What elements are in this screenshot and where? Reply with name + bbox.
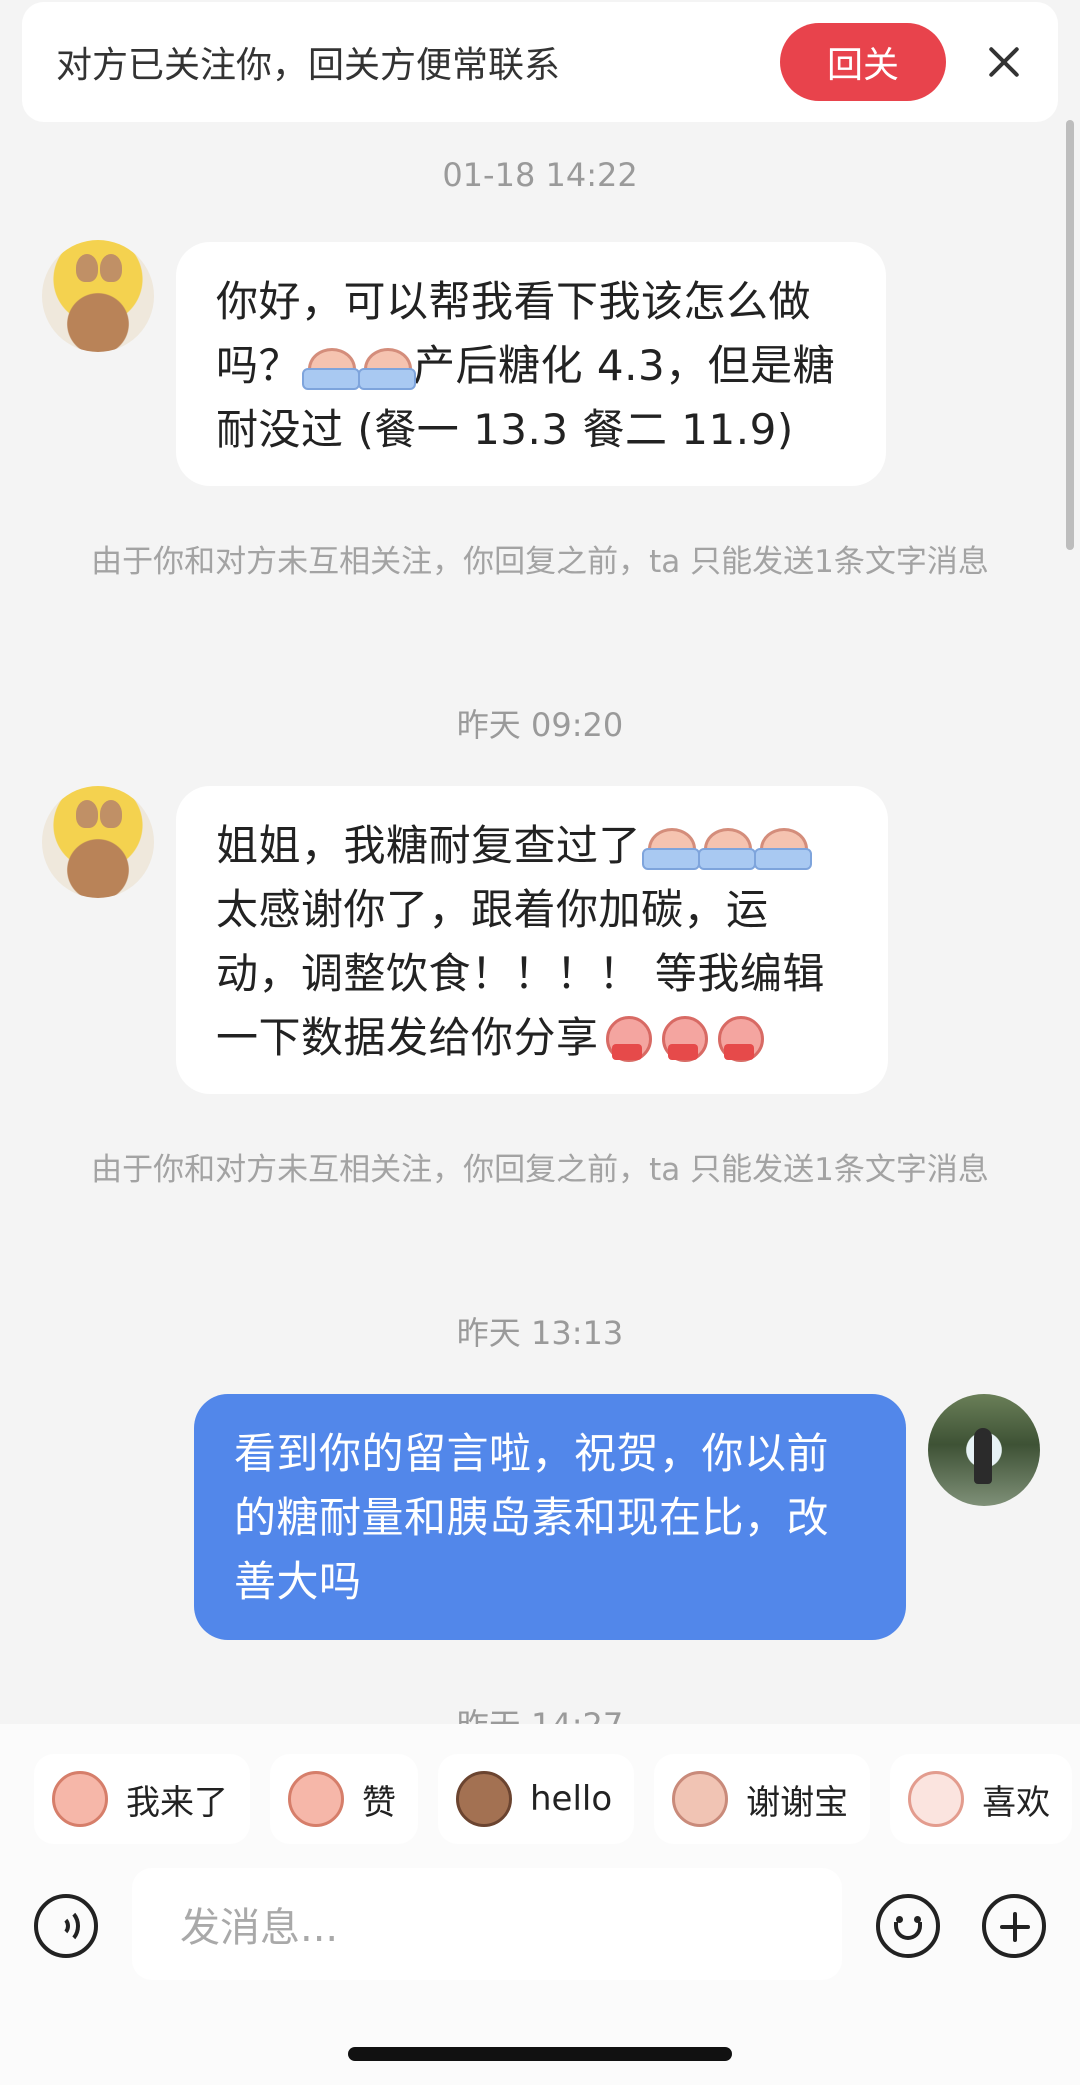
waving-sticker-icon [656,1014,710,1062]
my-avatar[interactable] [928,1394,1040,1506]
monkey-sticker-icon [456,1771,512,1827]
message-text-line: 姐姐，我糖耐复查过了 [216,814,848,878]
crying-sticker-icon [642,822,701,870]
cloud-peach-sticker-icon [908,1771,965,1827]
pink-peach-sticker-icon [52,1771,108,1827]
quick-sticker-chip[interactable]: 谢谢宝 [654,1754,871,1844]
contact-avatar[interactable] [42,786,154,898]
crying-sticker-icon [754,822,813,870]
incoming-message-bubble[interactable]: 姐姐，我糖耐复查过了 太感谢你了，跟着你加碳，运 动，调整饮食！！！！ 等我编辑… [176,786,888,1094]
message-input[interactable]: 发消息... [132,1868,842,1980]
message-limit-notice: 由于你和对方未互相关注，你回复之前，ta 只能发送1条文字消息 [91,544,989,580]
message-timestamp: 01-18 14:22 [442,156,638,194]
emoji-icon[interactable] [876,1894,940,1958]
message-text-line: 一下数据发给你分享 [216,1006,848,1070]
outgoing-message-bubble[interactable]: 看到你的留言啦，祝贺，你以前 的糖耐量和胰岛素和现在比，改 善大吗 [194,1394,906,1640]
message-text-line: 善大吗 [234,1557,362,1606]
add-attachment-icon[interactable] [982,1894,1046,1958]
message-timestamp: 昨天 09:20 [456,706,624,744]
message-text-line: 吗？ 产后糖化 4.3，但是糖 [216,341,836,390]
quick-sticker-chip[interactable]: 喜欢 [890,1754,1073,1844]
thumbs-peach-sticker-icon [288,1771,344,1827]
close-icon[interactable] [984,42,1024,82]
message-text-line: 的糖耐量和胰岛素和现在比，改 [234,1493,830,1542]
crying-sticker-icon [698,822,757,870]
message-text-line: 动，调整饮食！！！！ 等我编辑 [216,949,825,998]
message-text-line: 耐没过 (餐一 13.3 餐二 11.9) [216,405,794,454]
waving-sticker-icon [712,1014,766,1062]
follow-back-button[interactable]: 回关 [780,23,946,101]
quick-sticker-chip[interactable]: 我来了 [34,1754,250,1844]
message-text-line: 看到你的留言啦，祝贺，你以前 [234,1429,830,1478]
crying-sticker-icon [358,342,417,390]
quick-sticker-chip[interactable]: hello [438,1754,635,1844]
follow-back-banner: 对方已关注你，回关方便常联系 回关 [22,2,1058,122]
incoming-message-bubble[interactable]: 你好，可以帮我看下我该怎么做 吗？ 产后糖化 4.3，但是糖 耐没过 (餐一 13… [176,242,886,486]
rose-monkey-sticker-icon [672,1771,729,1827]
waving-sticker-icon [600,1014,654,1062]
quick-sticker-row: 我来了 赞 hello 谢谢宝 喜欢 [34,1754,1073,1844]
home-indicator[interactable] [348,2047,732,2061]
follow-banner-text: 对方已关注你，回关方便常联系 [56,45,561,86]
message-limit-notice: 由于你和对方未互相关注，你回复之前，ta 只能发送1条文字消息 [91,1152,989,1188]
message-text-line: 你好，可以帮我看下我该怎么做 [216,277,812,326]
voice-input-icon[interactable] [34,1894,98,1958]
crying-sticker-icon [302,342,361,390]
message-timestamp: 昨天 13:13 [456,1314,624,1352]
message-text-line: 太感谢你了，跟着你加碳，运 [216,885,769,934]
quick-sticker-chip[interactable]: 赞 [270,1754,418,1844]
contact-avatar[interactable] [42,240,154,352]
chat-screen: 对方已关注你，回关方便常联系 回关 01-18 14:22 你好，可以帮我看下我… [0,0,1080,2085]
